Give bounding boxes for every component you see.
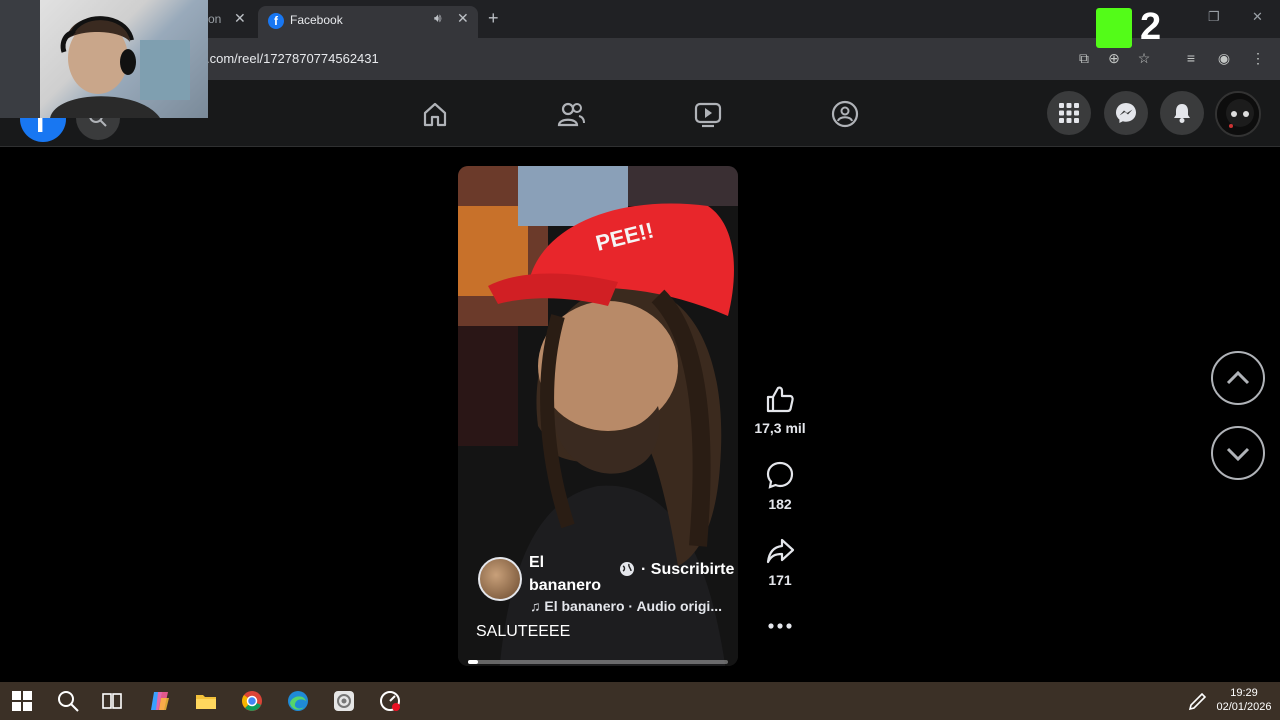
bell-icon [1174,104,1190,123]
new-tab-button[interactable]: + [488,8,499,29]
address-bar[interactable]: .com/reel/1727870774562431 [200,43,1100,75]
like-count: 17,3 mil [754,420,806,436]
browser-menu-icon[interactable]: ⋮ [1248,48,1268,68]
bookmark-star-icon[interactable]: ☆ [1134,48,1154,68]
chrome-icon[interactable] [240,689,264,713]
author-name[interactable]: El bananero [529,551,619,597]
chevron-down-icon [1226,447,1250,462]
install-app-icon[interactable]: ⧉ [1074,48,1094,68]
grid-icon [1059,103,1079,123]
subscribe-button[interactable]: · Suscribirte [641,561,734,579]
reel-video[interactable]: PEE!! El bananero · Suscribirte ♫ El ban… [458,166,738,666]
active-tab-title: Facebook [290,13,343,27]
close-icon[interactable]: ✕ [234,10,246,27]
restore-icon[interactable]: ❐ [1208,9,1220,25]
globe-icon [620,562,634,576]
next-reel-button[interactable] [1211,426,1265,480]
webcam-overlay [0,0,208,118]
comment-icon [766,461,794,489]
zoom-icon[interactable]: ⊕ [1104,48,1124,68]
facebook-favicon-icon: f [268,13,284,29]
notifications-button[interactable] [1160,91,1204,135]
friends-icon[interactable] [556,99,586,129]
audio-info[interactable]: ♫ El bananero · Audio origi... [530,598,735,614]
speaker-icon[interactable]: 🔊︎ [434,11,442,26]
messenger-button[interactable] [1104,91,1148,135]
account-avatar[interactable] [1215,91,1261,137]
chevron-up-icon [1226,370,1250,385]
edge-icon[interactable] [286,689,310,713]
file-explorer-icon[interactable] [194,689,218,713]
share-button[interactable]: 171 [752,536,808,588]
video-progress-fill [468,660,479,664]
author-avatar[interactable] [478,557,522,601]
clock-time: 19:29 [1230,687,1258,699]
windows-taskbar: 19:29 02/01/2026 [0,682,1280,720]
menu-grid-button[interactable] [1047,91,1091,135]
webcam-image [0,0,190,118]
comment-button[interactable]: 182 [752,460,808,512]
like-button[interactable]: 17,3 mil [752,384,808,436]
groups-icon[interactable] [830,99,860,129]
video-progress-bar[interactable] [468,660,728,664]
messenger-icon [1116,103,1136,123]
screen: on ✕ f Facebook 🔊︎ ✕ + ❐ ✕ .com/reel/172… [0,0,1280,720]
task-view-icon[interactable] [100,689,124,713]
app-swirl-icon[interactable] [332,689,356,713]
system-clock[interactable]: 19:29 02/01/2026 [1214,686,1274,714]
inactive-tab-title: on [208,12,222,26]
copilot-icon[interactable] [148,689,172,713]
media-controls-icon[interactable]: ≡ [1181,48,1201,68]
clock-date: 02/01/2026 [1216,701,1272,713]
comment-count: 182 [768,496,792,512]
kick-k-icon [1096,8,1132,48]
overlay-number: 2 [1140,6,1162,48]
reel-caption: SALUTEEEE [476,623,571,640]
tab-facebook[interactable]: f Facebook 🔊︎ ✕ [258,6,478,38]
avatar-image [1217,93,1259,135]
share-icon [766,538,795,564]
more-dots-icon [768,623,792,629]
search-icon[interactable] [56,689,80,713]
tab-inactive[interactable]: on ✕ [200,8,255,30]
home-icon[interactable] [420,99,450,129]
share-count: 171 [768,572,792,588]
pen-icon[interactable] [1186,689,1210,713]
previous-reel-button[interactable] [1211,351,1265,405]
thumbs-up-icon [766,386,794,413]
url-text: .com/reel/1727870774562431 [206,51,379,66]
close-icon[interactable]: ✕ [457,10,469,27]
more-options-button[interactable] [752,616,808,636]
window-close-icon[interactable]: ✕ [1252,9,1263,25]
kick-logo-overlay: 2 [1094,4,1180,48]
browser-profile-icon[interactable]: ◉ [1214,48,1234,68]
video-icon[interactable] [693,99,723,129]
windows-start-icon[interactable] [10,689,34,713]
recording-app-icon[interactable] [378,689,402,713]
